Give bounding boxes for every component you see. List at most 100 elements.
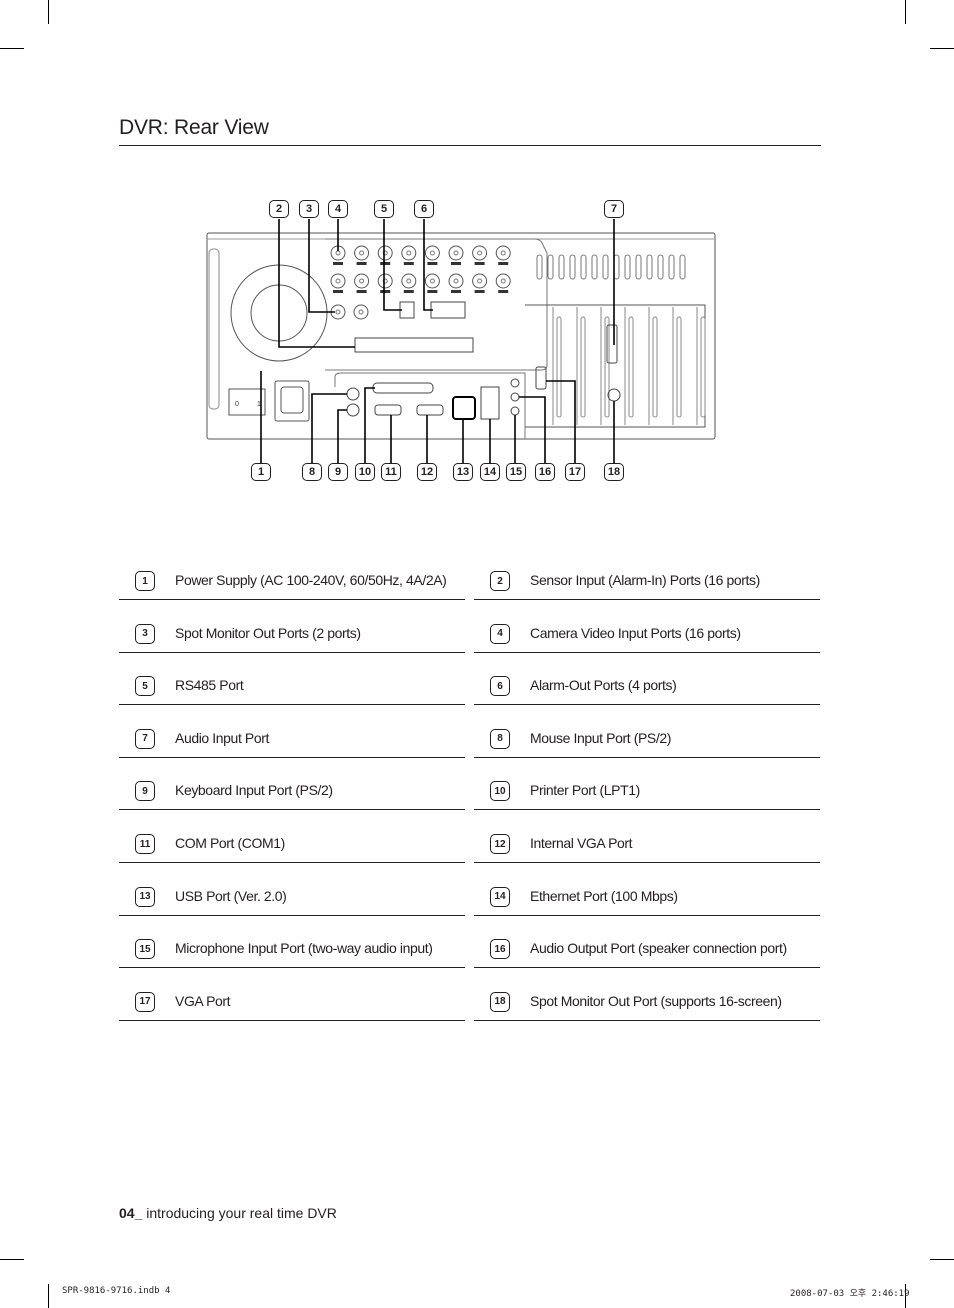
page-title: DVR: Rear View <box>119 116 269 139</box>
legend-label: Sensor Input (Alarm-In) Ports (16 ports) <box>530 572 760 588</box>
com-port <box>374 404 402 416</box>
camera-bnc-input <box>472 273 488 289</box>
slug-right: 2008-07-03 오후 2:46:19 <box>790 1289 910 1299</box>
leader-16 <box>519 396 546 465</box>
alarm-out-terminal <box>430 301 466 319</box>
mic-jack <box>510 406 520 416</box>
camera-bnc-input <box>424 273 440 289</box>
keyboard-ps2-port <box>346 403 360 417</box>
camera-bnc-input <box>401 273 417 289</box>
legend-row: 18 Spot Monitor Out Port (supports 16-scr… <box>474 981 820 1034</box>
page-footer: 04_ introducing your real time DVR <box>119 1205 337 1221</box>
legend-label: Keyboard Input Port (PS/2) <box>175 782 333 799</box>
callout-16: 16 <box>535 463 555 481</box>
camera-bnc-input <box>448 273 464 289</box>
alarm-in-terminal <box>354 337 474 353</box>
rs485-terminal <box>399 301 415 319</box>
legend-divider <box>119 809 465 811</box>
legend-label: VGA Port <box>175 992 231 1009</box>
legend-row: 11 COM Port (COM1) <box>119 823 465 876</box>
dvr-rear-diagram: 0 1 2 3 4 5 6 7 1 8 9 10 11 12 13 14 15 … <box>195 195 735 495</box>
legend-divider <box>474 704 820 706</box>
legend-divider <box>474 599 820 600</box>
camera-bnc-input <box>424 245 440 261</box>
spot-monitor-bnc <box>353 304 369 320</box>
legend-label: Microphone Input Port (two-way audio inp… <box>175 940 433 957</box>
camera-bnc-input <box>377 273 393 289</box>
camera-bnc-input <box>472 245 488 261</box>
legend-divider <box>119 599 465 600</box>
camera-bnc-input <box>354 245 370 261</box>
leader-10 <box>364 387 375 465</box>
legend-divider <box>119 704 465 706</box>
legend-divider <box>119 862 465 863</box>
crop-mark <box>930 1259 954 1260</box>
callout-6: 6 <box>414 200 434 218</box>
callout-9: 9 <box>328 463 348 481</box>
crop-mark <box>0 48 24 49</box>
printer-lpt-port <box>372 382 434 394</box>
camera-bnc-input <box>354 273 370 289</box>
camera-bnc-input <box>377 245 393 261</box>
legend-divider <box>119 756 465 758</box>
dvr-rear-illustration: 0 1 <box>206 219 716 465</box>
legend-label: Spot Monitor Out Port (supports 16-scree… <box>530 992 782 1009</box>
legend-number: 17 <box>135 991 155 1012</box>
legend-number: 8 <box>490 728 510 749</box>
legend-number: 12 <box>490 834 510 854</box>
crop-mark <box>930 48 954 49</box>
callout-13: 13 <box>453 463 473 481</box>
legend-row: 5 RS485 Port <box>119 665 465 718</box>
legend-row: 3 Spot Monitor Out Ports (2 ports) <box>119 613 465 666</box>
legend-number: 7 <box>135 728 155 749</box>
callout-1: 1 <box>251 463 271 481</box>
callout-4: 4 <box>328 200 348 218</box>
legend-number: 1 <box>135 571 155 591</box>
callout-18: 18 <box>604 463 624 481</box>
audio-out-jack <box>510 392 520 402</box>
legend-label: Audio Input Port <box>175 729 269 746</box>
legend-row: 15 Microphone Input Port (two-way audio i… <box>119 928 465 981</box>
legend-divider <box>474 862 820 863</box>
legend-divider <box>119 1019 465 1021</box>
legend-row: 14 Ethernet Port (100 Mbps) <box>474 876 820 929</box>
audio-jack <box>510 378 520 388</box>
legend-number: 9 <box>135 781 155 802</box>
legend-row: 4 Camera Video Input Ports (16 ports) <box>474 613 820 666</box>
legend-row: 7 Audio Input Port <box>119 718 465 771</box>
usb-port <box>452 396 476 420</box>
crop-mark <box>48 0 49 24</box>
spot-monitor-bnc <box>607 388 621 402</box>
legend-number: 3 <box>135 623 155 644</box>
legend-number: 18 <box>490 991 510 1012</box>
camera-bnc-input <box>495 245 511 261</box>
leader-8 <box>311 393 347 465</box>
footer-text: introducing your real time DVR <box>142 1205 337 1221</box>
legend-number: 2 <box>490 571 510 591</box>
legend-row: 2 Sensor Input (Alarm-In) Ports (16 ports… <box>474 560 820 613</box>
callout-11: 11 <box>381 463 401 481</box>
legend-row: 9 Keyboard Input Port (PS/2) <box>119 770 465 823</box>
camera-bnc-input <box>448 245 464 261</box>
leader-9 <box>337 409 347 465</box>
legend-divider <box>119 967 465 969</box>
slug-left: SPR-9816-9716.indb 4 <box>62 1286 171 1296</box>
callout-17: 17 <box>565 463 585 481</box>
crop-mark <box>905 0 906 24</box>
legend-row: 17 VGA Port <box>119 981 465 1034</box>
page-number: 04_ <box>119 1205 143 1221</box>
legend-number: 4 <box>490 623 510 644</box>
legend-row: 1 Power Supply (AC 100-240V, 60/50Hz, 4A/… <box>119 560 465 613</box>
ethernet-port <box>480 386 500 420</box>
legend-row: 12 Internal VGA Port <box>474 823 820 876</box>
crop-mark <box>48 1284 49 1308</box>
legend-label: COM Port (COM1) <box>175 835 285 851</box>
legend-number: 14 <box>490 886 510 907</box>
legend-divider <box>474 1019 820 1021</box>
legend-label: Alarm-Out Ports (4 ports) <box>530 677 677 694</box>
legend-row: 6 Alarm-Out Ports (4 ports) <box>474 665 820 718</box>
camera-bnc-input <box>495 273 511 289</box>
legend-row: 16 Audio Output Port (speaker connection … <box>474 928 820 981</box>
callout-7: 7 <box>604 200 624 218</box>
callout-5: 5 <box>374 200 394 218</box>
